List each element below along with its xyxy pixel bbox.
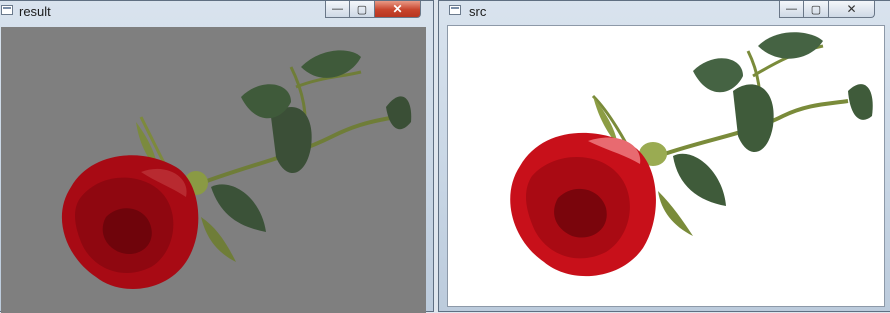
leaf xyxy=(693,58,743,93)
leaf xyxy=(673,153,726,206)
rose-image xyxy=(61,50,412,289)
minimize-icon: — xyxy=(332,3,343,15)
close-icon: ✕ xyxy=(846,2,857,16)
titlebar[interactable]: result — ▢ ✕ xyxy=(0,1,433,23)
maximize-button[interactable]: ▢ xyxy=(804,1,829,18)
minimize-icon: — xyxy=(786,3,797,15)
maximize-button[interactable]: ▢ xyxy=(350,1,375,18)
leaf xyxy=(271,107,312,174)
caption-buttons: — ▢ ✕ xyxy=(325,1,421,19)
sepal xyxy=(658,191,693,236)
window-app-icon[interactable] xyxy=(1,5,13,15)
window-title: src xyxy=(469,4,487,19)
window-app-icon[interactable] xyxy=(449,5,461,15)
sepal xyxy=(201,217,236,262)
leaf xyxy=(758,32,823,59)
minimize-button[interactable]: — xyxy=(325,1,350,18)
result-window: result — ▢ ✕ xyxy=(0,0,434,313)
result-image xyxy=(1,27,426,313)
leaf xyxy=(848,84,873,120)
rose-image xyxy=(510,32,873,277)
window-title: result xyxy=(19,4,51,19)
close-button[interactable]: ✕ xyxy=(829,1,875,18)
close-button[interactable]: ✕ xyxy=(375,1,421,18)
close-icon: ✕ xyxy=(392,2,403,16)
src-window: src — ▢ ✕ xyxy=(438,0,890,312)
src-image xyxy=(447,25,885,307)
leaf xyxy=(733,84,774,153)
leaf xyxy=(211,184,266,232)
caption-buttons: — ▢ ✕ xyxy=(779,1,875,19)
maximize-icon: ▢ xyxy=(810,3,822,16)
minimize-button[interactable]: — xyxy=(779,1,804,18)
maximize-icon: ▢ xyxy=(356,3,368,16)
titlebar[interactable]: src — ▢ ✕ xyxy=(439,1,890,23)
leaf xyxy=(386,96,412,130)
